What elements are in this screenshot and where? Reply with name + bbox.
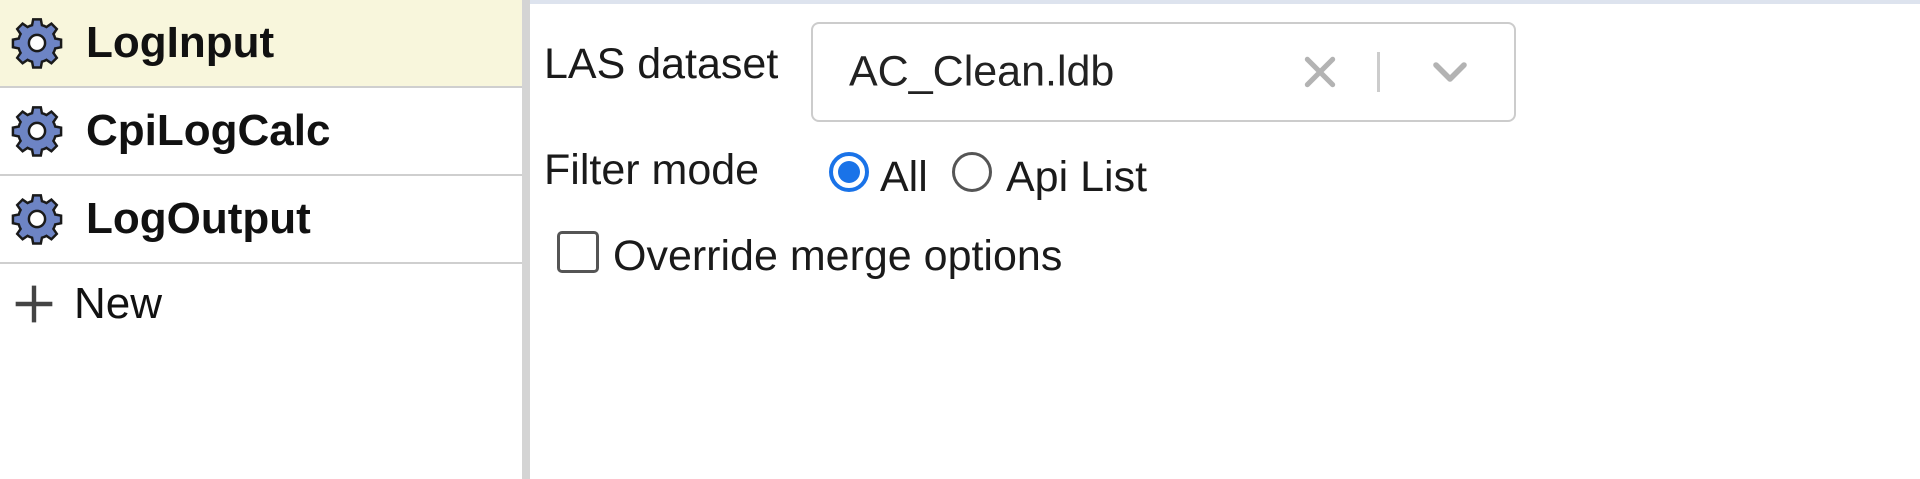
filter-all-radio[interactable] [829, 152, 869, 192]
sidebar-item-label: LogInput [86, 18, 275, 67]
las-dataset-select[interactable]: AC_Clean.ldb [811, 22, 1516, 122]
new-item-label: New [74, 279, 163, 328]
sidebar-item-cpilogcalc[interactable]: CpiLogCalc [0, 88, 522, 176]
filter-api-list-label[interactable]: Api List [1006, 153, 1147, 202]
sidebar-item-label: CpiLogCalc [86, 106, 331, 155]
new-item-button[interactable]: New [0, 264, 522, 344]
filter-mode-label: Filter mode [544, 146, 760, 194]
properties-panel: LAS dataset AC_Clean.ldb Filter mode All… [530, 0, 1920, 479]
sidebar-item-logoutput[interactable]: LogOutput [0, 176, 522, 264]
app-window: LogInput CpiLogCalc LogOutput New LAS da… [0, 0, 1920, 479]
chevron-down-icon[interactable] [1429, 51, 1471, 93]
override-merge-label[interactable]: Override merge options [613, 232, 1062, 281]
gear-icon [11, 106, 63, 157]
filter-api-list-radio[interactable] [952, 152, 992, 192]
select-separator [1377, 52, 1380, 92]
plus-icon [15, 285, 53, 323]
gear-icon [11, 18, 63, 69]
sidebar-item-loginput[interactable]: LogInput [0, 0, 522, 88]
gear-icon [11, 194, 63, 245]
sidebar-item-label: LogOutput [86, 194, 311, 243]
filter-all-label[interactable]: All [880, 153, 928, 202]
panel-splitter[interactable] [522, 0, 530, 479]
las-dataset-value: AC_Clean.ldb [849, 47, 1115, 96]
clear-icon[interactable] [1301, 53, 1339, 91]
sidebar: LogInput CpiLogCalc LogOutput New [0, 0, 522, 479]
override-merge-checkbox[interactable] [557, 231, 599, 273]
las-dataset-label: LAS dataset [544, 40, 779, 88]
